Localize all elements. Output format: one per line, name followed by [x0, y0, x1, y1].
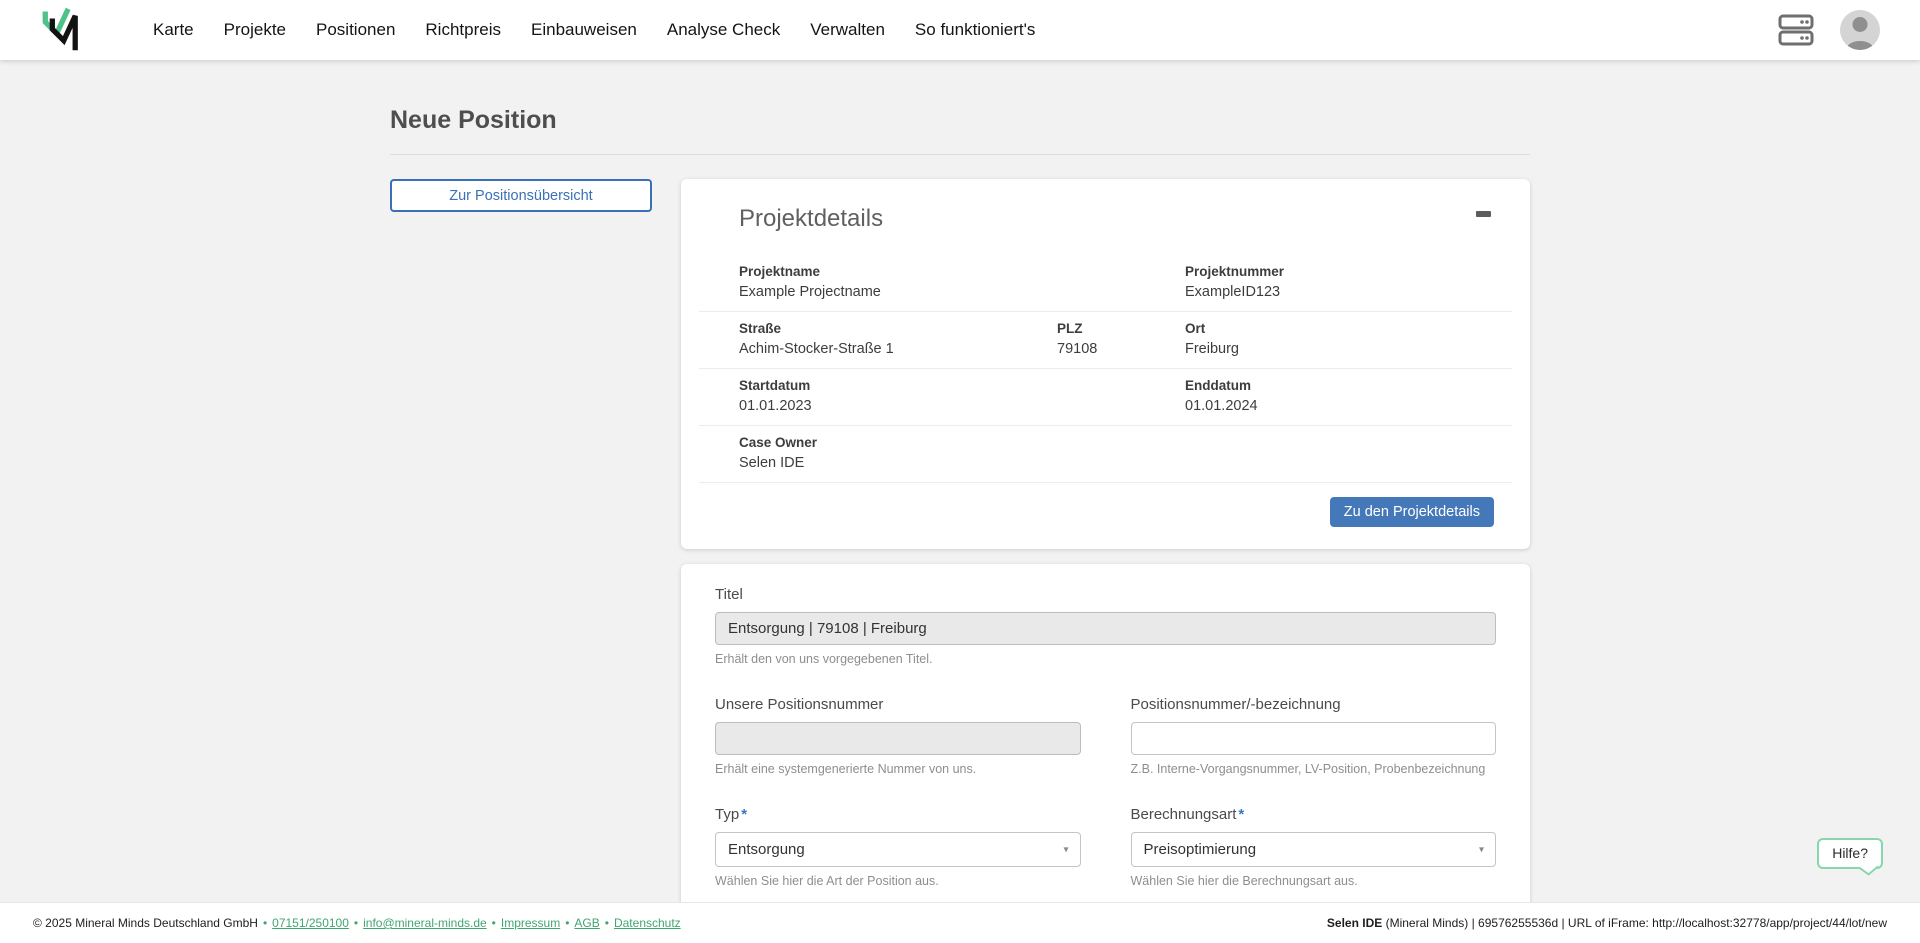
titel-input [715, 612, 1496, 645]
table-row: Projektname Example Projectname Projektn… [699, 255, 1512, 312]
typ-group: Typ * Entsorgung ▾ Wählen Sie hier die Ar… [715, 806, 1081, 888]
footer-link-datenschutz[interactable]: Datenschutz [614, 916, 681, 930]
positionsnummer-input[interactable] [1130, 722, 1496, 755]
new-position-form-card: Titel Erhält den von uns vorgegebenen Ti… [681, 564, 1530, 943]
unsere-positionsnummer-helper: Erhält eine systemgenerierte Nummer von … [715, 762, 977, 776]
nav-item-verwalten[interactable]: Verwalten [795, 0, 900, 60]
footer: © 2025 Mineral Minds Deutschland GmbH • … [0, 902, 1920, 943]
required-marker: * [1238, 806, 1245, 823]
minus-icon [1475, 211, 1491, 217]
chevron-down-icon: ▾ [1478, 844, 1484, 855]
nav-item-einbauweisen[interactable]: Einbauweisen [516, 0, 652, 60]
unsere-positionsnummer-label: Unsere Positionsnummer [715, 696, 884, 713]
project-details-table: Projektname Example Projectname Projektn… [699, 255, 1512, 483]
chevron-down-icon: ▾ [1063, 844, 1069, 855]
session-user: Selen IDE [1326, 916, 1383, 930]
footer-link-phone[interactable]: 07151/250100 [272, 916, 349, 930]
nav-item-projekte[interactable]: Projekte [209, 0, 301, 60]
table-row: Straße Achim-Stocker-Straße 1 PLZ 79108 … [699, 312, 1512, 369]
titel-label: Titel [715, 586, 743, 603]
footer-link-agb[interactable]: AGB [574, 916, 599, 930]
berechnungsart-helper: Wählen Sie hier die Berechnungsart aus. [1130, 874, 1358, 888]
footer-link-impressum[interactable]: Impressum [501, 916, 560, 930]
typ-select[interactable]: Entsorgung ▾ [715, 832, 1081, 867]
nav-item-positionen[interactable]: Positionen [301, 0, 410, 60]
berechnungsart-select-value: Preisoptimierung [1143, 841, 1257, 858]
field-projektname: Projektname Example Projectname [739, 264, 881, 300]
main-nav: Karte Projekte Positionen Richtpreis Ein… [138, 0, 1050, 60]
typ-select-value: Entsorgung [728, 841, 805, 858]
footer-left: © 2025 Mineral Minds Deutschland GmbH • … [33, 916, 681, 930]
page-title: Neue Position [390, 106, 1530, 155]
copyright-text: © 2025 Mineral Minds Deutschland GmbH [33, 916, 258, 930]
field-startdatum: Startdatum 01.01.2023 [739, 378, 812, 414]
server-icon[interactable] [1778, 12, 1814, 48]
mineral-minds-logo-icon [42, 7, 78, 51]
avatar-body-icon [1846, 41, 1874, 50]
navbar-right [1778, 10, 1880, 50]
positionsnummer-label: Positionsnummer/-bezeichnung [1130, 696, 1341, 713]
collapse-card-button[interactable] [1468, 199, 1498, 229]
field-strasse: Straße Achim-Stocker-Straße 1 [739, 321, 894, 357]
help-button[interactable]: Hilfe? [1817, 838, 1883, 869]
back-to-positions-button[interactable]: Zur Positionsübersicht [390, 179, 652, 212]
unsere-positionsnummer-group: Unsere Positionsnummer Erhält eine syste… [715, 696, 1081, 776]
field-projektnummer: Projektnummer ExampleID123 [1185, 264, 1285, 300]
to-project-details-button[interactable]: Zu den Projektdetails [1329, 497, 1494, 527]
user-avatar[interactable] [1840, 10, 1880, 50]
session-info: Selen IDE (Mineral Minds) | 69576255536d… [1327, 916, 1887, 930]
berechnungsart-select[interactable]: Preisoptimierung ▾ [1130, 832, 1496, 867]
berechnungsart-label: Berechnungsart * [1130, 806, 1245, 823]
main-area: Neue Position Zur Positionsübersicht Pro… [0, 60, 1920, 943]
table-row: Startdatum 01.01.2023 Enddatum 01.01.202… [699, 369, 1512, 426]
field-enddatum: Enddatum 01.01.2024 [1185, 378, 1258, 414]
footer-link-email[interactable]: info@mineral-minds.de [363, 916, 487, 930]
top-navbar: Karte Projekte Positionen Richtpreis Ein… [0, 0, 1920, 60]
typ-label: Typ * [715, 806, 748, 823]
berechnungsart-group: Berechnungsart * Preisoptimierung ▾ Wähle… [1130, 806, 1496, 888]
unsere-positionsnummer-input [715, 722, 1081, 755]
field-plz: PLZ 79108 [1057, 321, 1098, 357]
required-marker: * [741, 806, 748, 823]
field-ort: Ort Freiburg [1185, 321, 1239, 357]
table-row: Case Owner Selen IDE [699, 426, 1512, 483]
titel-group: Titel Erhält den von uns vorgegebenen Ti… [715, 586, 1496, 666]
typ-helper: Wählen Sie hier die Art der Position aus… [715, 874, 939, 888]
field-case-owner: Case Owner Selen IDE [739, 435, 818, 471]
nav-item-karte[interactable]: Karte [138, 0, 209, 60]
nav-item-so-funktionierts[interactable]: So funktioniert's [900, 0, 1050, 60]
project-card-title: Projektdetails [739, 205, 884, 232]
positionsnummer-helper: Z.B. Interne-Vorgangsnummer, LV-Position… [1130, 762, 1486, 776]
nav-item-richtpreis[interactable]: Richtpreis [410, 0, 516, 60]
avatar-head-icon [1852, 17, 1868, 32]
positionsnummer-group: Positionsnummer/-bezeichnung Z.B. Intern… [1130, 696, 1496, 776]
nav-item-analyse-check[interactable]: Analyse Check [652, 0, 795, 60]
project-details-card: Projektdetails Projektname Example Proje… [681, 179, 1530, 549]
titel-helper: Erhält den von uns vorgegebenen Titel. [715, 652, 933, 666]
session-details: (Mineral Minds) | 69576255536d | URL of … [1382, 916, 1887, 930]
